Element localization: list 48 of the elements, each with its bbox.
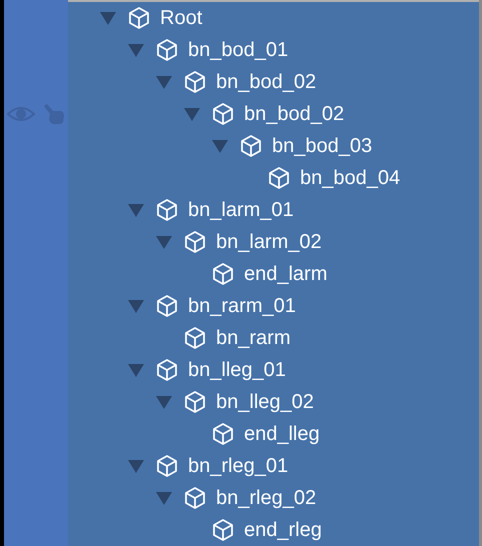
cube-icon <box>211 102 235 126</box>
expand-triangle-icon[interactable] <box>212 139 228 153</box>
cube-icon <box>155 198 179 222</box>
pointing-hand-icon[interactable] <box>43 103 65 125</box>
expand-triangle-icon[interactable] <box>128 299 144 313</box>
cube-icon <box>155 38 179 62</box>
cube-icon <box>211 262 235 286</box>
tree-item-label[interactable]: bn_bod_04 <box>300 168 400 188</box>
expand-triangle-icon[interactable] <box>156 491 172 505</box>
tree-item-label[interactable]: bn_bod_02 <box>216 72 316 92</box>
tree-item-label[interactable]: bn_larm_02 <box>216 232 322 252</box>
cube-icon <box>183 486 207 510</box>
cube-icon <box>155 294 179 318</box>
cube-icon <box>211 422 235 446</box>
cube-icon <box>211 518 235 542</box>
cube-icon <box>155 358 179 382</box>
tree-item-label[interactable]: end_larm <box>244 264 328 284</box>
cube-icon <box>183 326 207 350</box>
tree-item-label[interactable]: bn_lleg_01 <box>188 360 286 380</box>
expand-triangle-icon[interactable] <box>100 11 116 25</box>
expand-triangle-icon[interactable] <box>128 43 144 57</box>
expand-triangle-icon[interactable] <box>128 363 144 377</box>
tree-item-label[interactable]: bn_larm_01 <box>188 200 294 220</box>
tree-item-label[interactable]: end_rleg <box>244 520 322 540</box>
tree-item-label[interactable]: bn_rarm_01 <box>188 296 296 316</box>
expand-triangle-icon[interactable] <box>156 235 172 249</box>
tree-item-label[interactable]: bn_bod_03 <box>272 136 372 156</box>
cube-icon <box>127 6 151 30</box>
cube-icon <box>239 134 263 158</box>
expand-triangle-icon[interactable] <box>156 75 172 89</box>
tree-item-label[interactable]: bn_rleg_01 <box>188 456 288 476</box>
tree-item-label[interactable]: end_lleg <box>244 424 320 444</box>
cube-icon <box>183 230 207 254</box>
tree-item-label[interactable]: bn_lleg_02 <box>216 392 314 412</box>
expand-triangle-icon[interactable] <box>128 459 144 473</box>
cube-icon <box>155 454 179 478</box>
tree-item-label[interactable]: bn_rleg_02 <box>216 488 316 508</box>
tree-item-label[interactable]: bn_bod_01 <box>188 40 288 60</box>
expand-triangle-icon[interactable] <box>128 203 144 217</box>
tree-item-label[interactable]: bn_rarm <box>216 328 290 348</box>
cube-icon <box>183 70 207 94</box>
cube-icon <box>267 166 291 190</box>
cube-icon <box>183 390 207 414</box>
tree-item-label[interactable]: Root <box>160 8 202 28</box>
expand-triangle-icon[interactable] <box>184 107 200 121</box>
tree-item-label[interactable]: bn_bod_02 <box>244 104 344 124</box>
expand-triangle-icon[interactable] <box>156 395 172 409</box>
eye-icon[interactable] <box>7 106 35 122</box>
